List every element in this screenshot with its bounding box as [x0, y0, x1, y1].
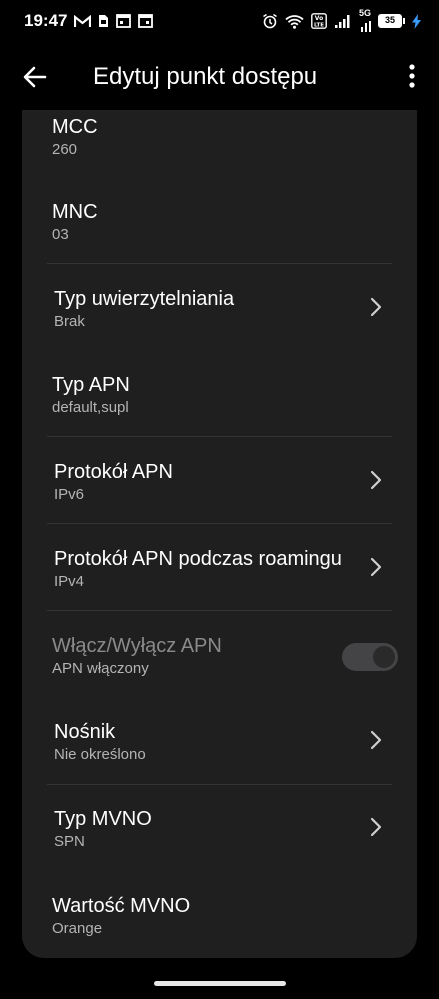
apn-enable-toggle[interactable]: [342, 643, 398, 671]
chevron-right-icon: [370, 730, 382, 750]
alarm-icon: [262, 13, 278, 29]
battery-icon: 35: [378, 14, 405, 28]
divider: [47, 263, 392, 264]
home-indicator[interactable]: [154, 981, 286, 986]
back-button[interactable]: [22, 64, 48, 90]
setting-apn-roaming-protocol[interactable]: Protokół APN podczas roamingu IPv4: [22, 542, 417, 610]
setting-mcc[interactable]: MCC 260: [22, 110, 417, 178]
setting-title: Nośnik: [54, 721, 116, 743]
network-type-label: 5G: [358, 8, 371, 18]
setting-title: Wartość MVNO: [52, 895, 191, 917]
sim-card-icon: [98, 14, 109, 28]
chevron-right-icon: [370, 470, 382, 490]
svg-text:Vo: Vo: [315, 15, 323, 22]
chevron-right-icon: [370, 817, 382, 837]
svg-text:LTE: LTE: [314, 23, 324, 29]
page-title: Edytuj punkt dostępu: [93, 63, 318, 90]
more-options-button[interactable]: [402, 62, 422, 92]
setting-mvno-value[interactable]: Wartość MVNO Orange: [22, 889, 417, 957]
network-type-icon: 5G: [359, 9, 371, 33]
chevron-right-icon: [370, 557, 382, 577]
divider: [47, 784, 392, 785]
setting-value: Orange: [52, 920, 103, 937]
setting-value: Brak: [54, 313, 85, 330]
app-header: Edytuj punkt dostępu: [0, 48, 439, 110]
arrow-left-icon: [23, 66, 47, 88]
setting-title: Typ MVNO: [54, 808, 152, 830]
setting-value: APN włączony: [52, 660, 149, 677]
status-right: Vo LTE 5G 35: [262, 9, 421, 33]
setting-apn-enable: Włącz/Wyłącz APN APN włączony: [22, 629, 417, 697]
setting-apn-protocol[interactable]: Protokół APN IPv6: [22, 455, 417, 523]
battery-level: 35: [379, 15, 401, 27]
setting-bearer[interactable]: Nośnik Nie określono: [22, 715, 417, 783]
apn-settings-card: MCC 260 MNC 03 Typ uwierzytelniania Brak…: [22, 110, 417, 958]
divider: [47, 523, 392, 524]
charging-icon: [412, 13, 421, 29]
setting-title: MCC: [52, 116, 98, 138]
setting-auth-type[interactable]: Typ uwierzytelniania Brak: [22, 282, 417, 350]
more-vertical-icon: [409, 64, 415, 88]
setting-title: Typ uwierzytelniania: [54, 288, 235, 310]
volte-icon: Vo LTE: [311, 13, 327, 29]
divider: [47, 436, 392, 437]
setting-mnc[interactable]: MNC 03: [22, 195, 417, 263]
setting-value: IPv4: [54, 573, 85, 590]
status-bar: 19:47 Vo LTE 5G 35: [0, 0, 439, 42]
status-left: 19:47: [24, 11, 154, 31]
divider: [47, 610, 392, 611]
setting-value: Nie określono: [54, 746, 146, 763]
setting-title: MNC: [52, 201, 98, 223]
setting-value: IPv6: [54, 486, 85, 503]
setting-value: 260: [52, 141, 78, 158]
setting-title: Protokół APN: [54, 461, 173, 483]
toggle-knob: [373, 646, 395, 668]
setting-value: SPN: [54, 833, 85, 850]
status-time: 19:47: [24, 11, 68, 30]
setting-apn-type[interactable]: Typ APN default,supl: [22, 368, 417, 436]
calendar-icon: [138, 14, 154, 28]
setting-title: Typ APN: [52, 374, 130, 396]
calendar-icon: [116, 14, 132, 28]
wifi-icon: [285, 14, 304, 29]
setting-value: 03: [52, 226, 69, 243]
signal-icon: [334, 14, 352, 29]
setting-value: default,supl: [52, 399, 129, 416]
setting-title: Włącz/Wyłącz APN: [52, 635, 222, 657]
setting-mvno-type[interactable]: Typ MVNO SPN: [22, 802, 417, 870]
chevron-right-icon: [370, 297, 382, 317]
setting-title: Protokół APN podczas roamingu: [54, 548, 342, 570]
gmail-icon: [74, 14, 92, 28]
